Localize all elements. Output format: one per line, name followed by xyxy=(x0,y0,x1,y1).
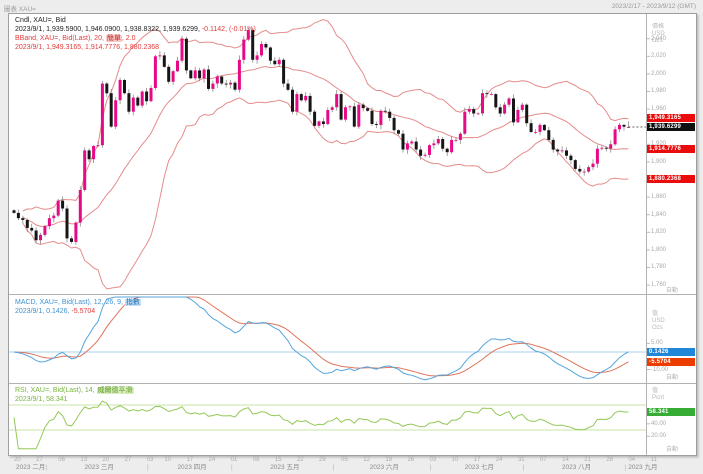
time-axis-day-tick: 19 xyxy=(385,457,392,463)
macd-axis-unit-label: Ozs xyxy=(652,325,663,332)
date-range-label: 2023/2/17 - 2023/9/12 (GMT) xyxy=(612,3,696,10)
month-separator: | xyxy=(624,464,626,471)
macd-signal-label: -5.5704 xyxy=(647,358,695,366)
time-axis: 20 27 06 13 20 27 03 10 17 24 01 08 15 22 29 05 12 19 26 03… xyxy=(0,456,703,474)
rsi-reference-lines xyxy=(9,405,646,430)
macd-line xyxy=(14,297,628,380)
chart-symbol-label: 圖表 XAU= xyxy=(4,3,36,13)
time-axis-day-tick: 06 xyxy=(58,457,65,463)
time-axis-month-label: 2023 六月 xyxy=(370,464,399,471)
time-axis-day-tick: 21 xyxy=(584,457,591,463)
time-axis-day-tick: 14 xyxy=(562,457,569,463)
month-separator: | xyxy=(45,464,47,471)
time-axis-day-tick: 12 xyxy=(363,457,370,463)
last-price-label: 1,939.6299 xyxy=(647,123,695,131)
chart-canvas[interactable] xyxy=(9,14,696,455)
price-axis-tick: 1,860 xyxy=(651,194,666,200)
chart-window: Cndl, XAU=, Bid 2023/9/1, 1,939.5900, 1,… xyxy=(8,13,697,456)
trading-terminal-screen: { "header": { "left": "圖表 XAU=", "right"… xyxy=(0,0,703,474)
rsi-value-label: 58.341 xyxy=(647,408,695,416)
time-axis-day-tick: 20 xyxy=(102,457,109,463)
bband-upper-label: 1,949.3165 xyxy=(647,114,695,122)
time-axis-day-tick: 27 xyxy=(36,457,43,463)
time-axis-month-label: 2023 七月 xyxy=(465,464,494,471)
window-header: 圖表 XAU= 2023/2/17 - 2023/9/12 (GMT) xyxy=(0,0,703,13)
time-axis-day-tick: 05 xyxy=(341,457,348,463)
time-axis-day-tick: 17 xyxy=(186,457,193,463)
rsi-line xyxy=(14,401,628,449)
panel-borders xyxy=(9,14,696,455)
bband-upper-line xyxy=(23,20,629,212)
price-axis-tick: 2,040 xyxy=(651,36,666,42)
macd-axis-auto-button[interactable]: 自動 xyxy=(650,375,694,381)
rsi-axis-tick: 20.00 xyxy=(651,433,666,439)
price-axis-auto-button[interactable]: 自動 xyxy=(650,288,694,294)
time-axis-day-tick: 04 xyxy=(628,457,635,463)
bband-lower-line xyxy=(23,98,629,289)
macd-signal-line xyxy=(14,297,628,376)
time-axis-month-label: 2023 五月 xyxy=(270,464,299,471)
time-axis-day-tick: 28 xyxy=(606,457,613,463)
month-separator: | xyxy=(430,464,432,471)
month-separator: | xyxy=(231,464,233,471)
time-axis-day-tick: 22 xyxy=(297,457,304,463)
rsi-axis-auto-button[interactable]: 自動 xyxy=(650,447,694,453)
time-axis-day-tick: 01 xyxy=(231,457,238,463)
price-axis-tick: 1,820 xyxy=(651,229,666,235)
rsi-axis-unit-label: Pcnt xyxy=(652,395,664,402)
macd-axis-tick: -10.00 xyxy=(651,367,668,373)
price-axis-unit-label: 價格 xyxy=(652,24,664,31)
time-axis-day-tick: 15 xyxy=(275,457,282,463)
price-axis-tick: 2,000 xyxy=(651,71,666,77)
time-axis-day-tick: 03 xyxy=(430,457,437,463)
price-axis-tick: 1,960 xyxy=(651,106,666,112)
macd-axis-unit-label: USD xyxy=(652,318,665,325)
price-axis-tick: 1,980 xyxy=(651,88,666,94)
time-axis-month-label: 2023 八月 xyxy=(562,464,591,471)
time-axis-day-tick: 24 xyxy=(209,457,216,463)
time-axis-day-tick: 24 xyxy=(496,457,503,463)
time-axis-day-tick: 29 xyxy=(319,457,326,463)
time-axis-day-tick: 26 xyxy=(407,457,414,463)
rsi-axis-tick: 40.00 xyxy=(651,421,666,427)
macd-axis-unit-label: 值 xyxy=(652,311,658,318)
rsi-axis-unit-label: 值 xyxy=(652,388,658,395)
price-axis-tick: 1,900 xyxy=(651,159,666,165)
macd-value-label: 0.1426 xyxy=(647,348,695,356)
month-separator: | xyxy=(147,464,149,471)
time-axis-day-tick: 31 xyxy=(518,457,525,463)
time-axis-month-label: 2023 四月 xyxy=(177,464,206,471)
macd-axis-tick: 5.00 xyxy=(651,340,663,346)
time-axis-day-tick: 11 xyxy=(651,457,657,463)
price-axis-tick: 1,800 xyxy=(651,247,666,253)
bband-lower-label: 1,880.2368 xyxy=(647,175,695,183)
time-axis-day-tick: 08 xyxy=(253,457,260,463)
month-separator: | xyxy=(523,464,525,471)
bband-middle-label: 1,914.7776 xyxy=(647,145,695,153)
bband-middle-line xyxy=(23,66,629,226)
time-axis-day-tick: 17 xyxy=(474,457,481,463)
time-axis-day-tick: 10 xyxy=(452,457,459,463)
time-axis-day-tick: 07 xyxy=(540,457,547,463)
time-axis-day-tick: 27 xyxy=(125,457,132,463)
time-axis-day-tick: 13 xyxy=(80,457,87,463)
time-axis-month-label: 2023 九月 xyxy=(628,464,657,471)
price-axis-tick: 2,020 xyxy=(651,53,666,59)
time-axis-month-label: 2023 二月 xyxy=(16,464,45,471)
price-axis-tick: 1,840 xyxy=(651,212,666,218)
price-axis-tick: 1,780 xyxy=(651,264,666,270)
month-separator: | xyxy=(333,464,335,471)
time-axis-day-tick: 10 xyxy=(164,457,171,463)
time-axis-day-tick: 03 xyxy=(147,457,154,463)
bollinger-bands xyxy=(23,20,629,290)
time-axis-month-label: 2023 三月 xyxy=(85,464,114,471)
time-axis-day-tick: 20 xyxy=(14,457,21,463)
